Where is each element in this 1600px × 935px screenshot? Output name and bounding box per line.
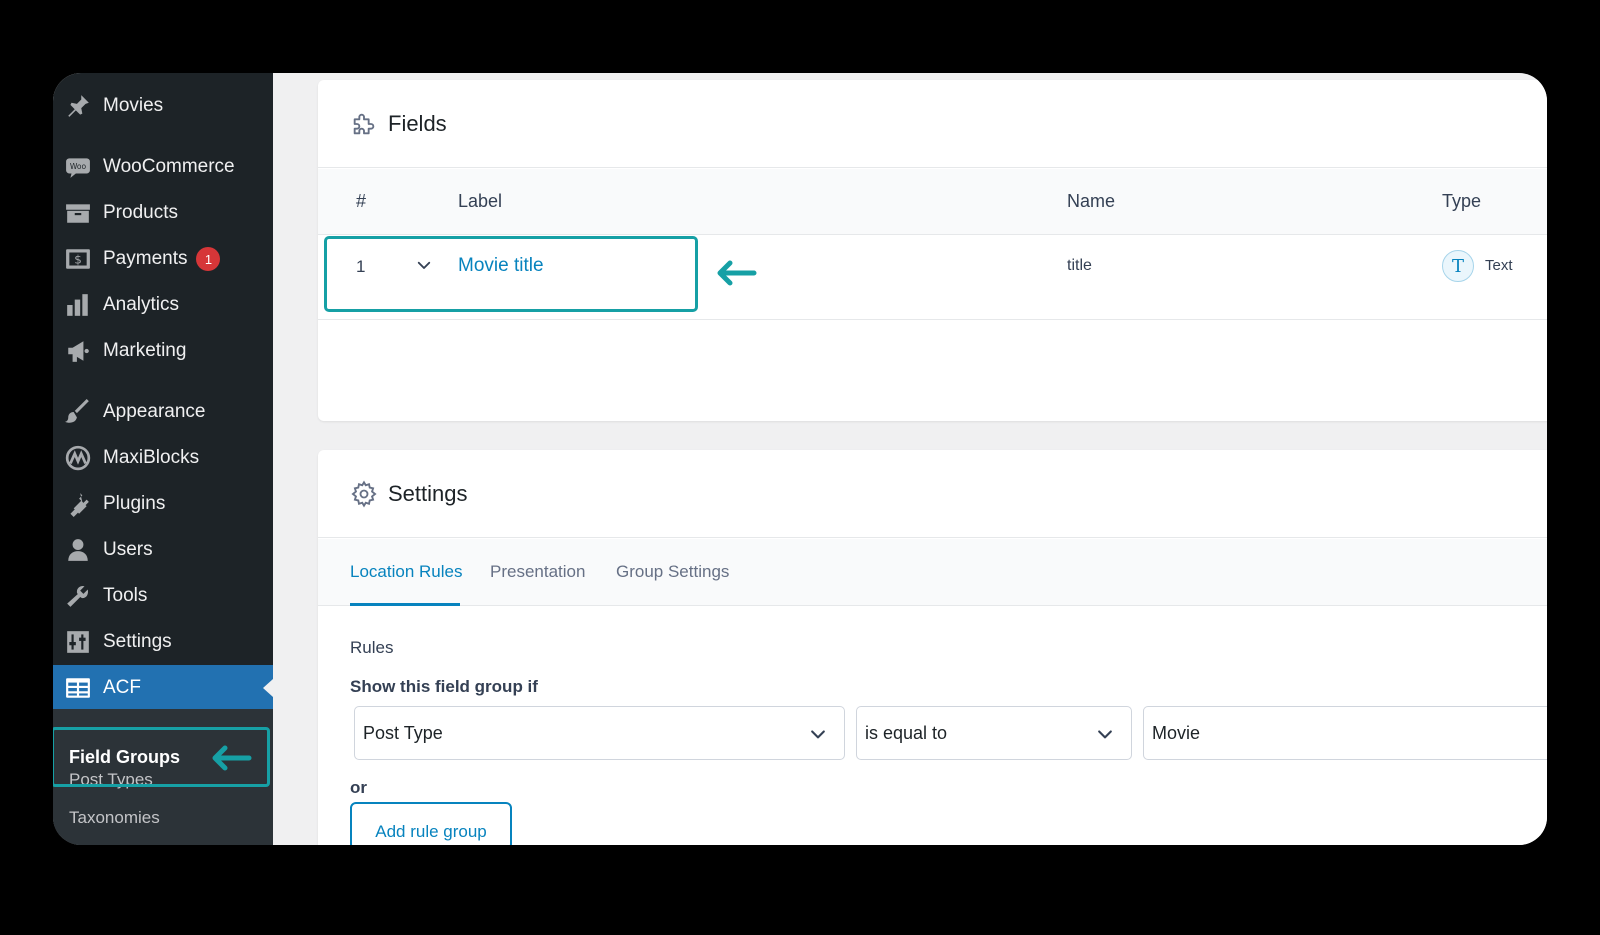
chevron-down-icon (808, 724, 828, 749)
rule-value-select[interactable]: Movie (1143, 706, 1547, 760)
sidebar-item-label: MaxiBlocks (103, 447, 200, 468)
sidebar-item-label: Appearance (103, 401, 206, 422)
submenu-item-label: Field Groups (69, 746, 181, 767)
sidebar-item-maxiblocks[interactable]: MaxiBlocks (53, 435, 273, 481)
panel-title: Fields (388, 110, 447, 136)
sidebar-item-label: Payments (103, 248, 188, 269)
notification-badge: 1 (196, 247, 221, 271)
text-type-icon: T (1442, 250, 1474, 282)
active-indicator (263, 679, 273, 697)
tab-group-settings[interactable]: Group Settings (616, 562, 729, 582)
sidebar-item-payments[interactable]: $ Payments 1 (53, 236, 273, 282)
plug-icon (64, 490, 92, 518)
panel-title: Settings (388, 480, 468, 506)
settings-panel-header: Settings (318, 450, 1547, 538)
sidebar-item-appearance[interactable]: Appearance (53, 389, 273, 435)
sidebar-item-acf[interactable]: ACF (53, 665, 273, 711)
sidebar-item-label: Marketing (103, 340, 187, 361)
highlight-box (324, 236, 698, 312)
sidebar-item-label: Products (103, 202, 178, 223)
pin-icon (64, 92, 92, 120)
sidebar-item-marketing[interactable]: Marketing (53, 328, 273, 374)
tab-location-rules[interactable]: Location Rules (350, 562, 462, 582)
submenu-item-field-groups[interactable]: Field Groups (53, 727, 270, 787)
sidebar-item-label: Movies (103, 95, 164, 116)
add-rule-group-button[interactable]: Add rule group (350, 802, 512, 845)
sidebar-item-plugins[interactable]: Plugins (53, 481, 273, 527)
arrow-left-icon (716, 260, 758, 291)
sidebar-item-label: Analytics (103, 294, 180, 315)
chart-bar-icon (64, 291, 92, 319)
svg-text:Woo: Woo (70, 162, 87, 171)
fields-panel-header: Fields (318, 80, 1547, 168)
sidebar-item-label: Plugins (103, 493, 166, 514)
archive-icon (64, 199, 92, 227)
user-icon (64, 536, 92, 564)
or-label: or (350, 778, 367, 797)
megaphone-icon (64, 337, 92, 365)
rule-row: Post Type is equal to Movie (354, 706, 1547, 760)
arrow-left-icon (211, 745, 253, 776)
sidebar-item-label: Users (103, 539, 153, 560)
puzzle-icon (350, 110, 378, 138)
sidebar-item-users[interactable]: Users (53, 527, 273, 573)
sidebar-item-movies[interactable]: Movies (53, 83, 273, 129)
sidebar-item-analytics[interactable]: Analytics (53, 282, 273, 328)
column-header-type: Type (1442, 191, 1482, 211)
sliders-icon (64, 628, 92, 656)
rule-operator-select[interactable]: is equal to (856, 706, 1132, 760)
maxiblocks-icon (64, 444, 92, 472)
tab-presentation[interactable]: Presentation (490, 562, 585, 582)
column-header-name: Name (1067, 191, 1116, 211)
rules-label: Rules (350, 638, 394, 657)
app-window: Movies Woo WooCommerce Products $ Paymen… (53, 73, 1547, 845)
chevron-down-icon (1095, 724, 1115, 749)
sidebar-item-woocommerce[interactable]: Woo WooCommerce (53, 144, 273, 190)
active-tab-indicator (350, 603, 460, 606)
wrench-icon (64, 582, 92, 610)
column-header-number: # (356, 191, 367, 211)
admin-sidebar: Movies Woo WooCommerce Products $ Paymen… (53, 73, 273, 845)
fields-panel: Fields # Label Name Type 1 Movie title t… (318, 80, 1547, 421)
select-value: Post Type (363, 722, 443, 743)
sidebar-item-label: Settings (103, 631, 172, 652)
sidebar-item-settings[interactable]: Settings (53, 619, 273, 665)
paintbrush-icon (64, 398, 92, 426)
select-value: is equal to (865, 722, 948, 743)
column-header-label: Label (458, 191, 503, 211)
sidebar-item-label: Tools (103, 585, 148, 606)
field-name: title (1067, 257, 1092, 274)
submenu-item-taxonomies[interactable]: Taxonomies (69, 808, 160, 828)
select-value: Movie (1152, 722, 1201, 743)
field-type: Text (1485, 257, 1513, 274)
dollar-icon: $ (64, 245, 92, 273)
button-label: Add rule group (375, 822, 487, 841)
settings-panel: Settings Location Rules Presentation Gro… (318, 450, 1547, 845)
gear-icon (350, 480, 378, 508)
rule-param-select[interactable]: Post Type (354, 706, 845, 760)
svg-text:$: $ (74, 252, 82, 266)
fields-table-header: # Label Name Type (318, 169, 1547, 235)
sidebar-item-products[interactable]: Products (53, 190, 273, 236)
settings-tabs: Location Rules Presentation Group Settin… (318, 539, 1547, 606)
table-icon (64, 674, 92, 702)
sidebar-item-label: ACF (103, 677, 141, 698)
sidebar-item-tools[interactable]: Tools (53, 573, 273, 619)
table-row[interactable]: 1 Movie title title T Text (318, 236, 1547, 320)
woo-icon: Woo (64, 153, 92, 181)
sidebar-item-label: WooCommerce (103, 156, 235, 177)
show-if-label: Show this field group if (350, 677, 538, 696)
